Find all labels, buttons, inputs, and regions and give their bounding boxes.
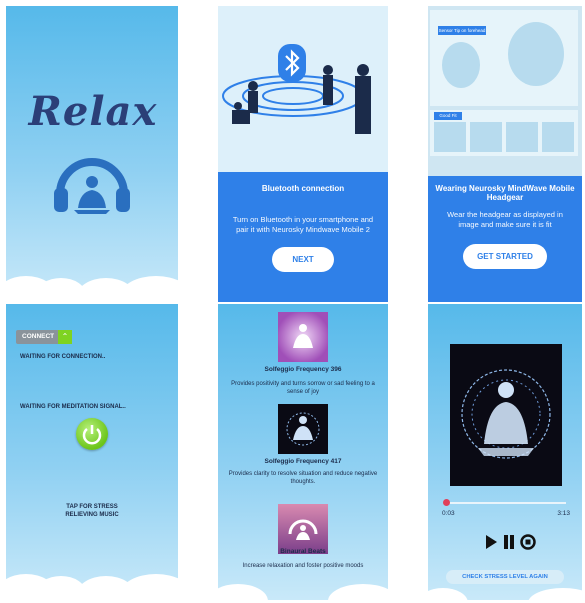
meditation-figure-icon — [461, 369, 551, 459]
headgear-title: Wearing Neurosky MindWave Mobile Headgea… — [435, 184, 575, 202]
status-connection: WAITING FOR CONNECTION.. — [20, 354, 106, 360]
headphones-meditation-icon — [288, 519, 318, 540]
track-desc-417: Provides clarity to resolve situation an… — [228, 471, 378, 486]
connect-screen: CONNECT ⌃ WAITING FOR CONNECTION.. WAITI… — [6, 304, 178, 600]
bluetooth-screen: Bluetooth connection Turn on Bluetooth i… — [218, 6, 388, 302]
clouds-decoration — [6, 554, 178, 600]
bluetooth-title: Bluetooth connection — [261, 184, 345, 193]
next-button[interactable]: NEXT — [272, 247, 334, 273]
play-icon[interactable] — [484, 534, 498, 550]
album-art — [450, 344, 562, 486]
track-title-binaural[interactable]: Binaural Beats — [218, 548, 388, 555]
connect-button-label: CONNECT — [22, 333, 55, 340]
meditation-figure-icon — [286, 412, 320, 446]
track-desc-binaural: Increase relaxation and foster positive … — [242, 563, 364, 569]
chevron-up-icon: ⌃ — [58, 330, 72, 344]
track-desc-396: Provides positivity and turns sorrow or … — [231, 381, 375, 396]
tap-for-music-text[interactable]: TAP FOR STRESS RELIEVING MUSIC — [62, 504, 122, 520]
clouds-decoration — [6, 256, 178, 302]
track-title-396[interactable]: Solfeggio Frequency 396 — [218, 366, 388, 373]
diagram-label-sensor: Sensor Tip on forehead — [438, 26, 486, 35]
splash-screen: Relax — [6, 6, 178, 302]
seek-bar[interactable] — [443, 499, 566, 506]
clouds-decoration — [218, 570, 388, 600]
meditation-figure-icon — [293, 324, 313, 348]
time-total: 3:13 — [557, 510, 570, 517]
headgear-info-box: Wearing Neurosky MindWave Mobile Headgea… — [428, 176, 582, 302]
headphones-meditation-icon — [54, 158, 130, 214]
track-thumbnail-binaural[interactable] — [278, 504, 328, 554]
player-screen: 0:03 3:13 CHECK STRESS LEVEL AGAIN — [428, 304, 582, 600]
time-current: 0:03 — [442, 510, 455, 517]
headgear-diagram: Sensor Tip on forehead — [430, 10, 578, 106]
bluetooth-info-box: Bluetooth connection Turn on Bluetooth i… — [218, 172, 388, 302]
pause-icon[interactable] — [502, 534, 516, 550]
music-list-screen: Solfeggio Frequency 396 Provides positiv… — [218, 304, 388, 600]
bluetooth-illustration — [222, 64, 371, 134]
status-meditation-signal: WAITING FOR MEDITATION SIGNAL.. — [20, 404, 126, 410]
connect-button[interactable]: CONNECT ⌃ — [16, 330, 72, 344]
playback-controls — [484, 534, 540, 550]
headgear-body-text: Wear the headgear as displayed in image … — [447, 210, 563, 230]
power-icon — [82, 425, 102, 445]
app-logo-text: Relax — [28, 88, 158, 135]
get-started-button[interactable]: GET STARTED — [463, 244, 547, 270]
track-title-417[interactable]: Solfeggio Frequency 417 — [218, 458, 388, 465]
diagram-label-fit: Good Fit — [434, 112, 462, 120]
track-thumbnail-417[interactable] — [278, 404, 328, 454]
fit-thumbnails: Good Fit — [430, 110, 578, 156]
track-thumbnail-396[interactable] — [278, 312, 328, 362]
bluetooth-body-text: Turn on Bluetooth in your smartphone and… — [232, 215, 374, 235]
stop-icon[interactable] — [520, 534, 536, 550]
power-button[interactable] — [76, 418, 108, 450]
seek-handle[interactable] — [443, 499, 451, 506]
bluetooth-icon — [278, 44, 306, 82]
clouds-decoration — [428, 576, 582, 600]
headgear-screen: Sensor Tip on forehead Good Fit Wearing … — [428, 6, 582, 302]
